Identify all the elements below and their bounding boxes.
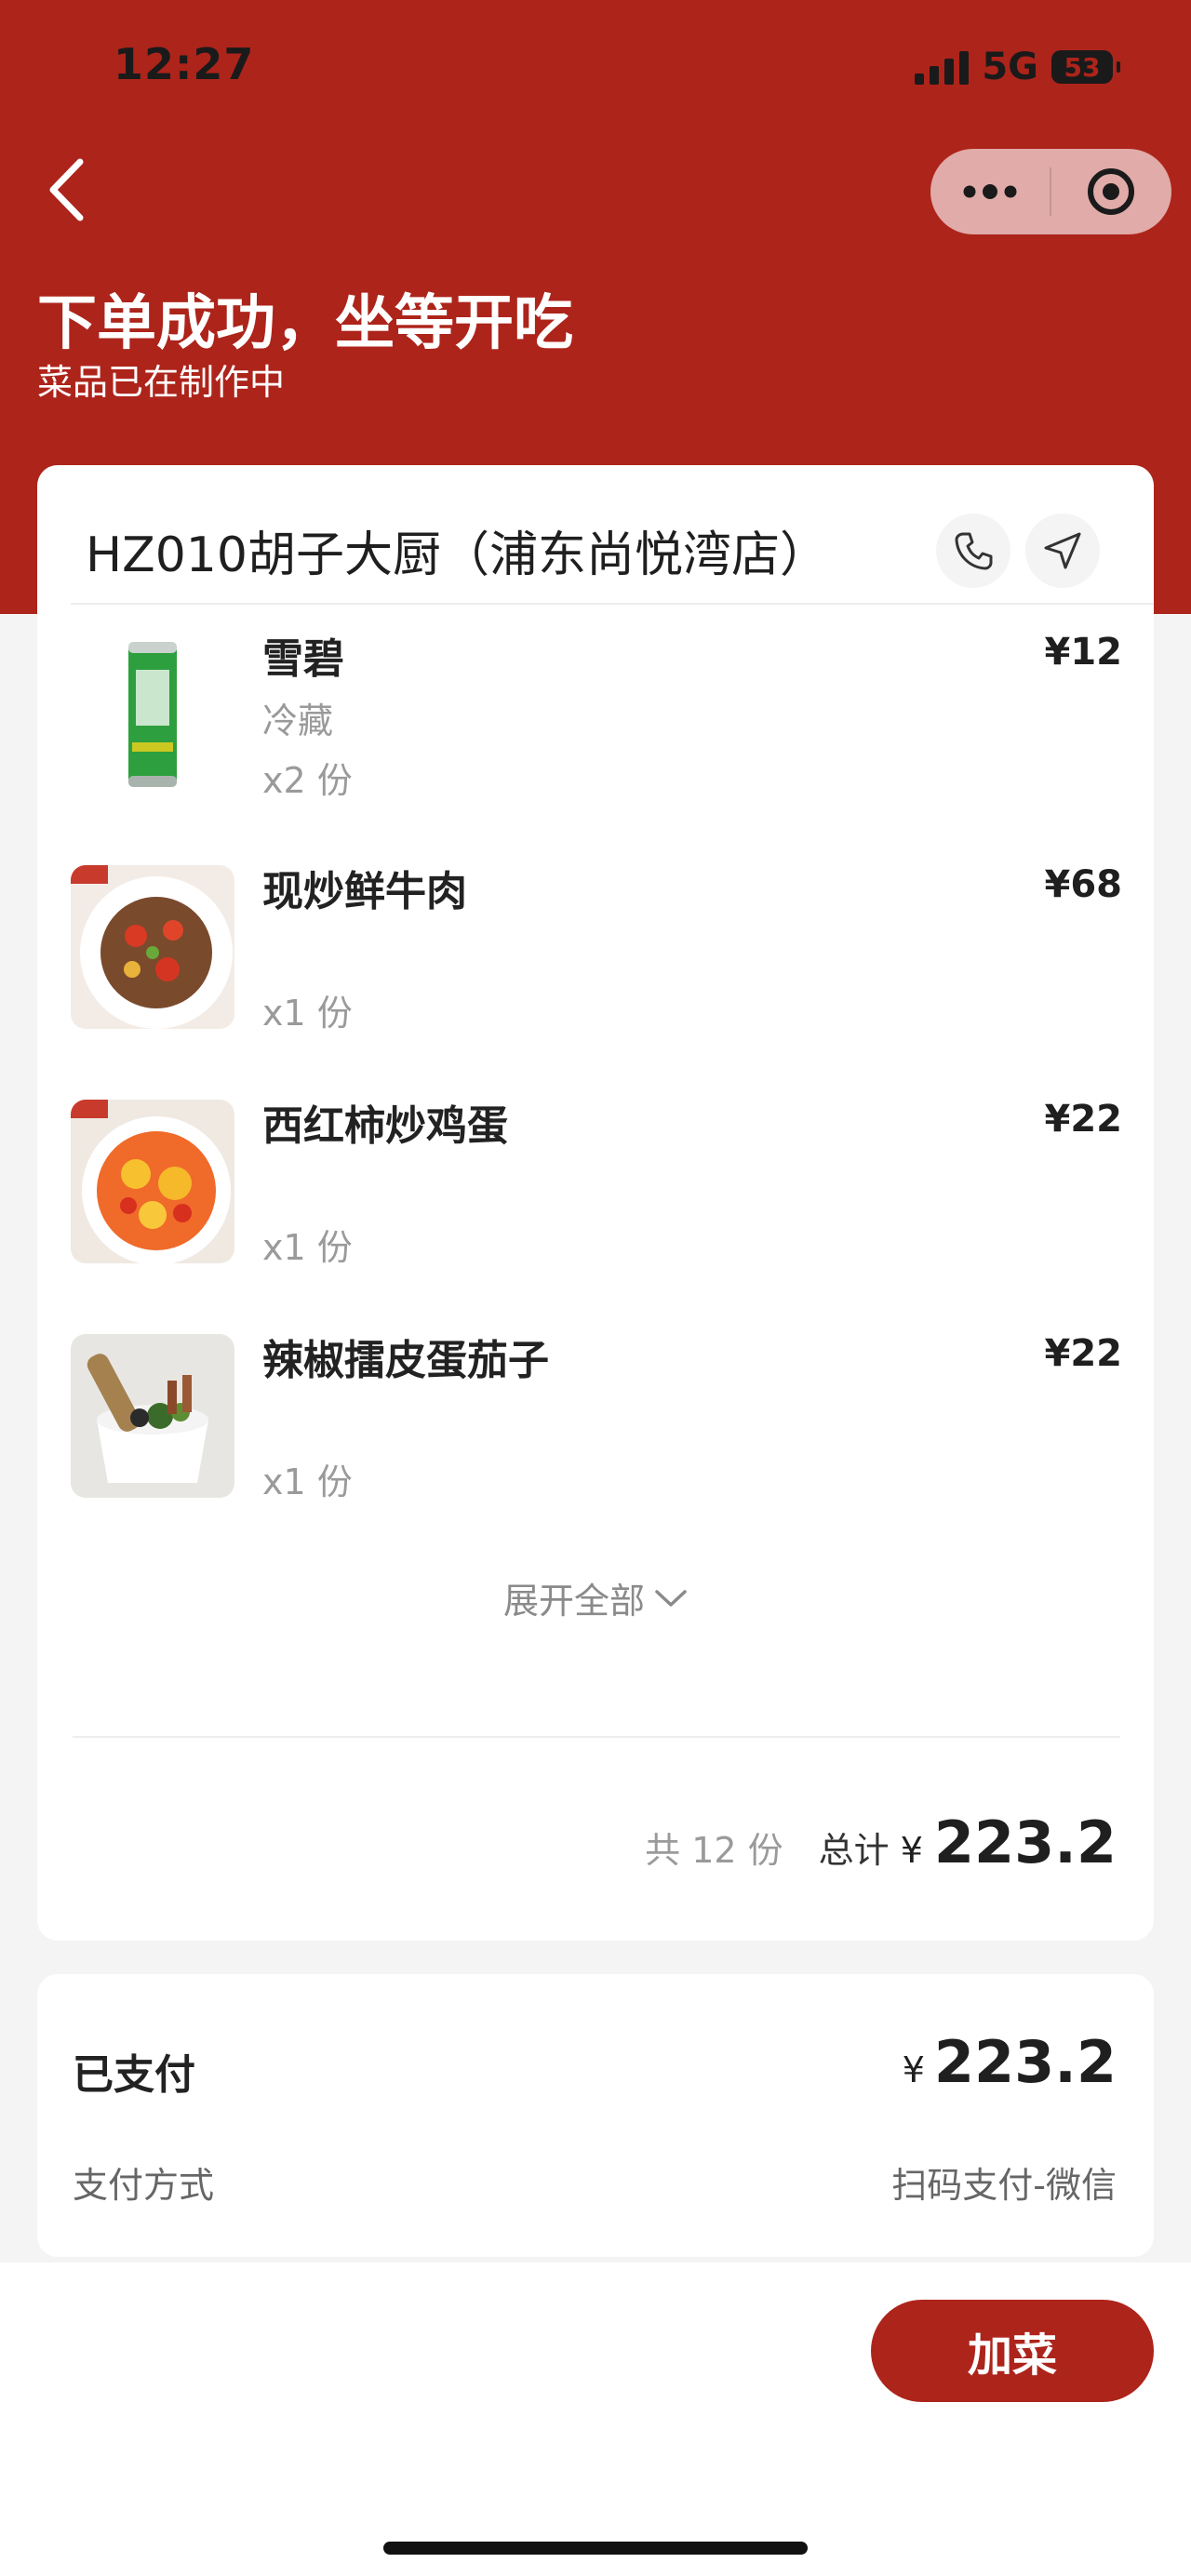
paid-label: 已支付 xyxy=(73,2051,195,2099)
status-indicators: 5G 53 xyxy=(915,45,1120,89)
navigate-store-button[interactable] xyxy=(1025,514,1100,588)
call-store-button[interactable] xyxy=(936,514,1010,588)
order-total: 共 12 份 总计 ¥ 223.2 xyxy=(645,1809,1117,1883)
paid-amount: ¥ 223.2 xyxy=(903,2028,1117,2096)
chevron-down-icon xyxy=(655,1589,687,1607)
expand-all-label: 展开全部 xyxy=(502,1581,645,1622)
payment-method-label: 支付方式 xyxy=(73,2165,215,2206)
dish-image xyxy=(71,865,234,1029)
tomato-egg-image xyxy=(71,1100,231,1263)
dish-image xyxy=(71,1100,234,1263)
paid-amount-value: 223.2 xyxy=(933,2028,1117,2096)
pepper-eggplant-image xyxy=(87,1354,208,1483)
navigation-arrow-icon xyxy=(1044,532,1081,569)
home-indicator[interactable] xyxy=(383,2542,808,2555)
dish-name: 辣椒擂皮蛋茄子 xyxy=(262,1337,549,1384)
dish-name: 雪碧 xyxy=(262,635,344,683)
order-success-page: 12:27 5G 53 下单成功，坐等开吃 菜品已在制作中 HZ010胡子大厨（… xyxy=(0,0,1191,2576)
payment-card: 已支付 ¥ 223.2 支付方式 扫码支付-微信 xyxy=(37,1974,1154,2257)
sprite-can-image xyxy=(128,642,177,787)
dish-price: ¥22 xyxy=(1044,1332,1123,1375)
dish-quantity: x1 份 xyxy=(262,1227,353,1268)
dish-item[interactable]: 西红柿炒鸡蛋 x1 份 ¥22 xyxy=(71,1098,1123,1268)
dish-quantity: x1 份 xyxy=(262,993,353,1034)
currency-symbol: ¥ xyxy=(900,1830,923,1871)
store-name[interactable]: HZ010胡子大厨（浦东尚悦湾店） xyxy=(86,515,828,585)
payment-method-value: 扫码支付-微信 xyxy=(891,2165,1117,2206)
dish-price: ¥22 xyxy=(1044,1098,1123,1141)
close-mini-program-button[interactable] xyxy=(1051,149,1171,234)
item-count: 共 12 份 xyxy=(645,1830,783,1871)
dish-image xyxy=(71,633,234,796)
dish-quantity: x1 份 xyxy=(262,1462,353,1502)
network-label: 5G xyxy=(982,46,1038,88)
dish-price: ¥12 xyxy=(1044,631,1123,674)
dish-name: 现炒鲜牛肉 xyxy=(262,868,467,915)
phone-icon xyxy=(955,532,993,570)
stir-fried-beef-image xyxy=(71,865,233,1029)
battery-icon: 53 xyxy=(1051,50,1120,84)
dish-item[interactable]: 辣椒擂皮蛋茄子 x1 份 ¥22 xyxy=(71,1332,1123,1502)
chevron-left-icon xyxy=(49,158,84,221)
dish-spec: 冷藏 xyxy=(262,701,334,741)
page-title: 下单成功，坐等开吃 xyxy=(37,289,573,358)
dish-item[interactable]: 现炒鲜牛肉 x1 份 ¥68 xyxy=(71,863,1123,1034)
total-label: 总计 xyxy=(818,1830,890,1871)
status-time: 12:27 xyxy=(114,39,255,89)
signal-icon xyxy=(915,49,970,85)
currency-symbol: ¥ xyxy=(902,2049,925,2090)
order-card: HZ010胡子大厨（浦东尚悦湾店） 雪碧 冷藏 x2 份 ¥12 现炒鲜牛肉 x… xyxy=(37,465,1154,1941)
add-dish-button[interactable]: 加菜 xyxy=(871,2300,1154,2402)
dish-quantity: x2 份 xyxy=(262,760,353,801)
total-amount: 223.2 xyxy=(933,1809,1117,1876)
dish-image xyxy=(71,1334,234,1498)
divider xyxy=(73,1736,1120,1738)
more-button[interactable] xyxy=(930,149,1050,234)
bottom-action-bar: 加菜 xyxy=(0,2262,1191,2576)
mini-program-capsule xyxy=(930,149,1171,234)
dish-price: ¥68 xyxy=(1044,863,1123,906)
target-icon xyxy=(1088,168,1134,215)
back-button[interactable] xyxy=(39,156,95,223)
more-dots-icon xyxy=(963,184,1017,199)
page-subtitle: 菜品已在制作中 xyxy=(37,362,286,403)
divider xyxy=(71,603,1154,605)
dish-item[interactable]: 雪碧 冷藏 x2 份 ¥12 xyxy=(71,631,1123,801)
dish-name: 西红柿炒鸡蛋 xyxy=(262,1102,508,1150)
expand-all-button[interactable]: 展开全部 xyxy=(37,1572,1154,1623)
